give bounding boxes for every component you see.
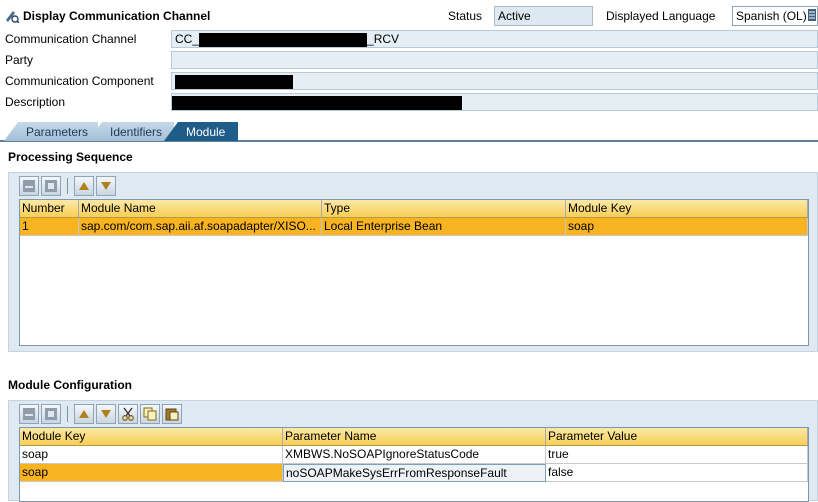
cell-module-name[interactable]: sap.com/com.sap.aii.af.soapadapter/XISO.… [79, 218, 322, 236]
insert-row-button[interactable] [19, 404, 39, 424]
language-select[interactable]: Spanish (OL) [732, 6, 818, 26]
toolbar-separator [67, 406, 68, 422]
cell-module-key[interactable]: soap [20, 446, 283, 464]
channel-field[interactable]: CC_ _RCV [171, 30, 818, 48]
copy-button[interactable] [140, 404, 160, 424]
config-toolbar [19, 404, 182, 424]
cell-module-key[interactable]: soap [566, 218, 808, 236]
column-header[interactable]: Module Key [20, 428, 283, 445]
table-row[interactable]: 1 sap.com/com.sap.aii.af.soapadapter/XIS… [20, 218, 808, 236]
insert-row-button[interactable] [19, 176, 39, 196]
delete-row-button[interactable] [41, 404, 61, 424]
language-value: Spanish (OL) [736, 9, 807, 23]
party-label: Party [5, 53, 34, 67]
move-down-button[interactable] [96, 176, 116, 196]
tab-parameters[interactable]: Parameters [4, 122, 98, 141]
insert-row-icon [23, 180, 35, 192]
config-table: Module Key Parameter Name Parameter Valu… [19, 427, 809, 502]
column-header[interactable]: Module Name [79, 200, 322, 217]
table-row[interactable]: soap noSOAPMakeSysErrFromResponseFault f… [20, 464, 808, 482]
tabstrip: Parameters Identifiers Module [0, 120, 818, 142]
paste-button[interactable] [162, 404, 182, 424]
processing-header: Number Module Name Type Module Key [20, 200, 808, 218]
paste-icon [165, 408, 179, 421]
cell-number[interactable]: 1 [20, 218, 79, 236]
processing-table: Number Module Name Type Module Key 1 sap… [19, 199, 809, 346]
arrow-up-icon [79, 182, 89, 190]
redacted-bar [199, 32, 368, 47]
dropdown-icon[interactable] [808, 9, 816, 21]
scissors-icon [122, 407, 134, 421]
cell-type[interactable]: Local Enterprise Bean [322, 218, 566, 236]
toolbar-separator [67, 178, 68, 194]
column-header[interactable]: Parameter Name [283, 428, 546, 445]
column-header[interactable]: Type [322, 200, 566, 217]
redacted-bar [175, 74, 293, 89]
processing-panel: Number Module Name Type Module Key 1 sap… [8, 172, 818, 352]
column-header[interactable]: Number [20, 200, 79, 217]
language-label: Displayed Language [606, 9, 716, 23]
channel-prefix: CC_ [175, 32, 200, 46]
move-up-button[interactable] [74, 404, 94, 424]
cell-module-key[interactable]: soap [20, 464, 283, 482]
component-label: Communication Component [5, 74, 154, 88]
column-header[interactable]: Parameter Value [546, 428, 808, 445]
arrow-up-icon [79, 410, 89, 418]
config-panel: Module Key Parameter Name Parameter Valu… [8, 400, 818, 502]
status-value: Active [494, 6, 593, 26]
description-field[interactable] [171, 93, 818, 111]
display-glasses-icon [6, 11, 20, 23]
move-up-button[interactable] [74, 176, 94, 196]
cell-parameter-name[interactable]: XMBWS.NoSOAPIgnoreStatusCode [283, 446, 546, 464]
processing-title: Processing Sequence [8, 150, 133, 164]
column-header[interactable]: Module Key [566, 200, 808, 217]
cut-button[interactable] [118, 404, 138, 424]
tab-identifiers[interactable]: Identifiers [88, 122, 174, 141]
cell-parameter-value[interactable]: false [546, 464, 808, 482]
tab-module[interactable]: Module [164, 122, 238, 141]
cell-parameter-name[interactable]: noSOAPMakeSysErrFromResponseFault [283, 464, 546, 482]
delete-row-button[interactable] [41, 176, 61, 196]
cell-parameter-value[interactable]: true [546, 446, 808, 464]
arrow-down-icon [101, 410, 111, 418]
config-header: Module Key Parameter Name Parameter Valu… [20, 428, 808, 446]
component-field[interactable] [171, 72, 818, 90]
page-title: Display Communication Channel [23, 9, 211, 23]
table-row[interactable]: soap XMBWS.NoSOAPIgnoreStatusCode true [20, 446, 808, 464]
status-label: Status [448, 9, 483, 23]
delete-row-icon [45, 180, 57, 192]
config-title: Module Configuration [8, 378, 132, 392]
description-label: Description [5, 95, 66, 109]
insert-row-icon [23, 408, 35, 420]
copy-icon [143, 407, 157, 421]
move-down-button[interactable] [96, 404, 116, 424]
processing-toolbar [19, 176, 116, 196]
arrow-down-icon [101, 182, 111, 190]
channel-suffix: _RCV [367, 32, 400, 46]
channel-label: Communication Channel [5, 32, 137, 46]
redacted-bar [172, 95, 462, 110]
party-field[interactable] [171, 51, 818, 69]
delete-row-icon [45, 408, 57, 420]
